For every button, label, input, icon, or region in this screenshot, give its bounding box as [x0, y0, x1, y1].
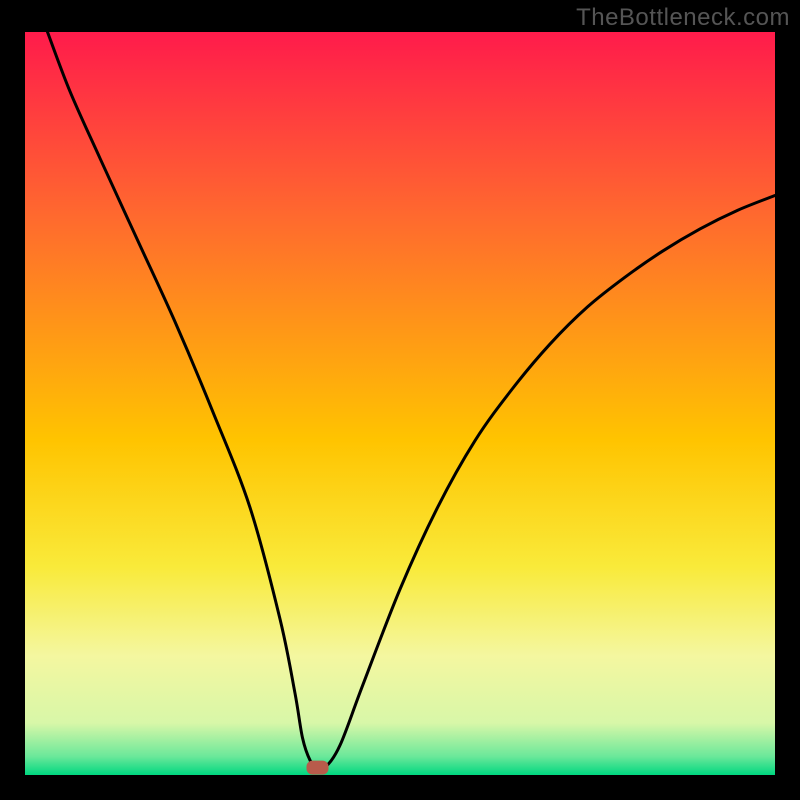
optimal-point-marker: [307, 761, 329, 775]
watermark-text: TheBottleneck.com: [576, 4, 790, 32]
chart-frame: TheBottleneck.com: [0, 0, 800, 800]
plot-gradient-area: [25, 32, 775, 775]
bottleneck-chart: [0, 0, 800, 800]
